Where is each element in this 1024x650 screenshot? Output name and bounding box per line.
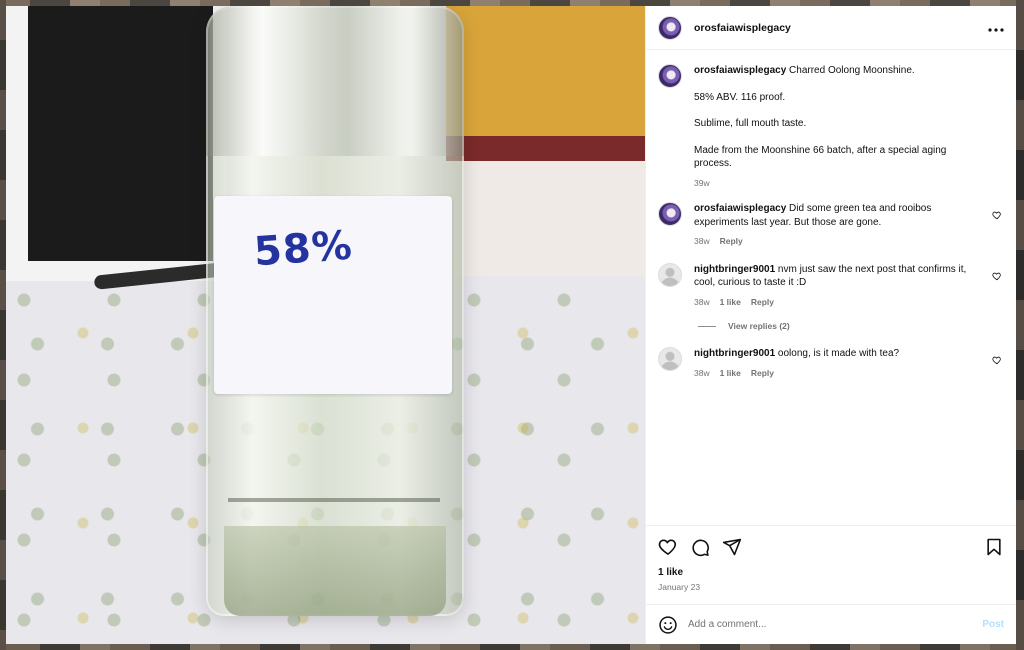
comment-author[interactable]: nightbringer9001 xyxy=(694,264,775,275)
reply-button[interactable]: Reply xyxy=(751,367,774,381)
post-actions-bar xyxy=(646,525,1016,567)
bottle-label-text: 58% xyxy=(252,222,355,276)
caption-line-4: Made from the Moonshine 66 batch, after … xyxy=(694,144,947,170)
author-username[interactable]: orosfaiawisplegacy xyxy=(694,22,988,34)
bottle-liquid-line xyxy=(228,498,440,502)
reply-button[interactable]: Reply xyxy=(751,296,774,310)
comment-bubble-icon[interactable] xyxy=(690,537,710,557)
view-replies-label: View replies (2) xyxy=(728,321,790,331)
comment-item: orosfaiawisplegacy Did some green tea an… xyxy=(658,202,1004,249)
comment-text: oolong, is it made with tea? xyxy=(777,348,900,359)
photo-bottle: 58% xyxy=(206,6,464,616)
like-heart-icon[interactable] xyxy=(658,537,678,557)
comment-author[interactable]: orosfaiawisplegacy xyxy=(694,203,786,214)
view-replies-button[interactable]: View replies (2) xyxy=(698,321,1004,331)
photo-cushion xyxy=(446,161,645,291)
emoji-icon[interactable] xyxy=(658,615,678,635)
comment-like-heart-icon[interactable] xyxy=(992,271,1002,281)
caption-line-1: Charred Oolong Moonshine. xyxy=(789,65,915,76)
comment-meta: 38w 1 like Reply xyxy=(694,367,982,381)
comment-body: nightbringer9001 oolong, is it made with… xyxy=(694,347,1004,380)
caption-body: orosfaiawisplegacy Charred Oolong Moonsh… xyxy=(694,64,1004,190)
photo-wall xyxy=(446,6,645,146)
comment-avatar[interactable] xyxy=(658,202,682,226)
comment-meta: 38w 1 like Reply xyxy=(694,296,982,310)
comment-meta: 38w Reply xyxy=(694,235,982,249)
comment-likes-count[interactable]: 1 like xyxy=(720,296,741,310)
add-comment-bar: Post xyxy=(646,604,1016,644)
comment-time[interactable]: 38w xyxy=(694,367,710,381)
photo-monitor-frame xyxy=(6,6,226,281)
comment-time[interactable]: 38w xyxy=(694,235,710,249)
comment-avatar[interactable] xyxy=(658,347,682,371)
post-comment-button[interactable]: Post xyxy=(982,619,1004,630)
more-horizontal-icon[interactable] xyxy=(988,19,1004,37)
view-replies-dash xyxy=(698,325,716,327)
bottle-label: 58% xyxy=(214,196,452,394)
post-modal: 58% orosfaiawisplegacy orosfaiawisplegac… xyxy=(6,6,1016,644)
bottle-shoulder xyxy=(206,6,464,156)
comment-body: orosfaiawisplegacy Did some green tea an… xyxy=(694,202,1004,249)
comment-author[interactable]: nightbringer9001 xyxy=(694,348,775,359)
comment-item: nightbringer9001 nvm just saw the next p… xyxy=(658,262,1004,310)
author-avatar[interactable] xyxy=(658,15,682,40)
comment-avatar[interactable] xyxy=(658,262,682,287)
bookmark-icon[interactable] xyxy=(984,537,1004,557)
comments-list[interactable]: orosfaiawisplegacy Charred Oolong Moonsh… xyxy=(646,50,1016,525)
comment-time[interactable]: 38w xyxy=(694,296,710,310)
caption-line-2: 58% ABV. 116 proof. xyxy=(694,91,786,103)
caption-author[interactable]: orosfaiawisplegacy xyxy=(694,65,786,76)
backdrop-strip-right xyxy=(1016,0,1024,650)
post-photo[interactable]: 58% xyxy=(6,6,645,644)
comment-body: nightbringer9001 nvm just saw the next p… xyxy=(694,263,1004,310)
comment-like-heart-icon[interactable] xyxy=(992,355,1002,365)
caption: orosfaiawisplegacy Charred Oolong Moonsh… xyxy=(658,64,1004,190)
comment-likes-count[interactable]: 1 like xyxy=(720,367,741,381)
caption-time[interactable]: 39w xyxy=(694,177,710,191)
post-sidebar: orosfaiawisplegacy orosfaiawisplegacy Ch… xyxy=(645,6,1016,644)
bottle-base xyxy=(224,526,446,616)
caption-author-avatar[interactable] xyxy=(658,64,682,88)
post-date[interactable]: January 23 xyxy=(646,578,1016,604)
backdrop-strip-bottom xyxy=(0,644,1024,650)
caption-line-3: Sublime, full mouth taste. xyxy=(694,118,807,129)
photo-monitor-screen xyxy=(28,6,213,261)
caption-meta: 39w xyxy=(694,177,982,191)
reply-button[interactable]: Reply xyxy=(720,235,743,249)
comment-like-heart-icon[interactable] xyxy=(992,210,1002,220)
share-send-icon[interactable] xyxy=(722,537,742,557)
post-header: orosfaiawisplegacy xyxy=(646,6,1016,50)
comment-input[interactable] xyxy=(688,619,983,630)
post-likes-count[interactable]: 1 like xyxy=(646,567,1016,578)
comment-item: nightbringer9001 oolong, is it made with… xyxy=(658,347,1004,380)
